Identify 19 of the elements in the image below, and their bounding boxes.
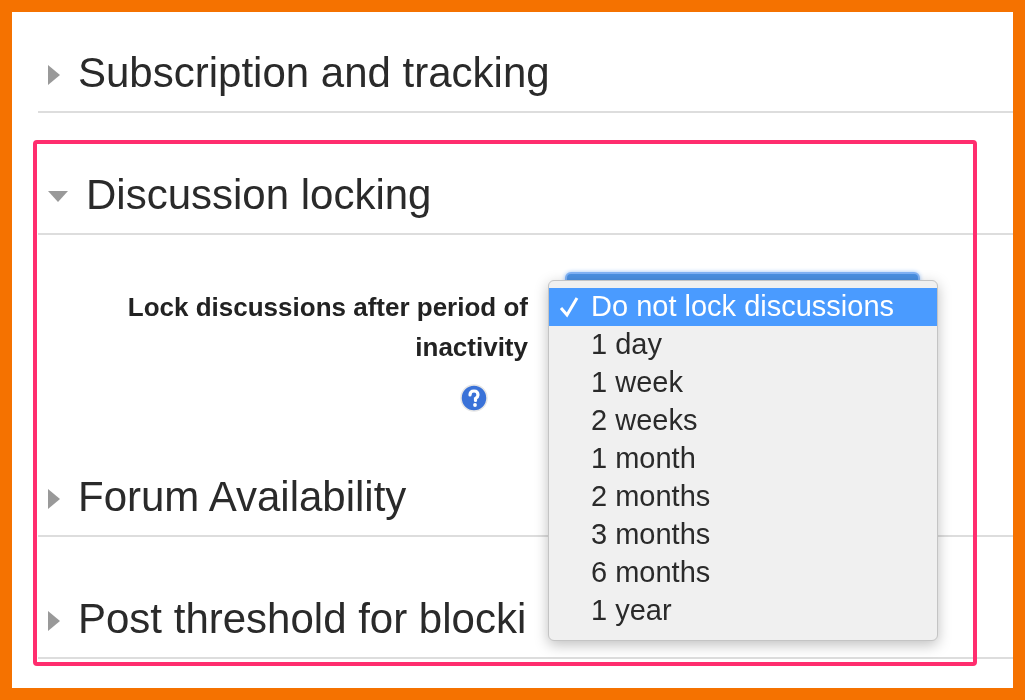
dropdown-option[interactable]: 1 month bbox=[549, 440, 937, 478]
dropdown-option[interactable]: 3 months bbox=[549, 516, 937, 554]
check-icon bbox=[559, 296, 579, 318]
help-icon[interactable] bbox=[460, 384, 488, 412]
expand-caret-icon[interactable] bbox=[48, 65, 60, 85]
field-label: Lock discussions after period of inactivity bbox=[126, 291, 528, 364]
dropdown-option[interactable]: 6 months bbox=[549, 554, 937, 592]
dropdown-option[interactable]: 1 day bbox=[549, 326, 937, 364]
dropdown-option[interactable]: 1 week bbox=[549, 364, 937, 402]
section-heading[interactable]: Subscription and tracking bbox=[78, 51, 550, 95]
collapse-caret-icon[interactable] bbox=[48, 191, 68, 203]
dropdown-option[interactable]: 2 weeks bbox=[549, 402, 937, 440]
section-heading[interactable]: Discussion locking bbox=[86, 173, 432, 217]
section-heading[interactable]: Forum Availability bbox=[78, 475, 407, 519]
dropdown-option[interactable]: 1 year bbox=[549, 592, 937, 630]
dropdown-option[interactable]: 2 months bbox=[549, 478, 937, 516]
section-heading[interactable]: Post threshold for blocki bbox=[78, 597, 527, 641]
expand-caret-icon[interactable] bbox=[48, 611, 60, 631]
expand-caret-icon[interactable] bbox=[48, 489, 60, 509]
